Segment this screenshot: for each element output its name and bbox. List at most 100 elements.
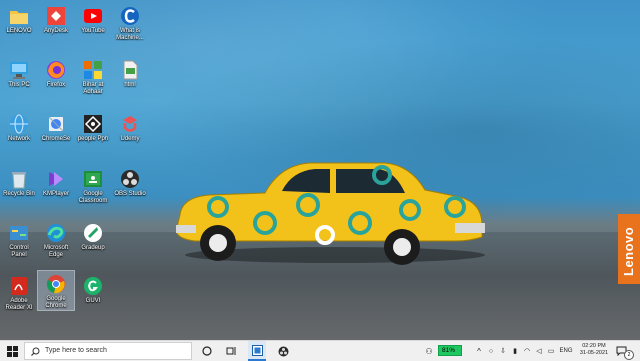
cortana-circle-icon bbox=[202, 346, 212, 356]
folder-icon bbox=[8, 5, 30, 27]
desktop-icon-google-classroom[interactable]: Google Classroom bbox=[75, 166, 111, 205]
desktop-wallpaper[interactable]: Lenovo LENOVO This PC Network Recycle Bi… bbox=[0, 0, 640, 340]
desktop-icon-label: What is Machine... bbox=[116, 28, 144, 41]
bihar-app-icon bbox=[82, 59, 104, 81]
desktop-icon-control-panel[interactable]: Control Panel bbox=[1, 220, 37, 259]
google-classroom-icon bbox=[82, 168, 104, 190]
gradeup-icon bbox=[82, 222, 104, 244]
desktop-icon-gradeup[interactable]: Gradeup bbox=[75, 220, 111, 252]
notification-count-badge: 2 bbox=[624, 350, 634, 360]
guvi-icon bbox=[82, 275, 104, 297]
chevron-up-icon: ^ bbox=[477, 346, 481, 356]
desktop-icon-obs-studio[interactable]: OBS Studio bbox=[112, 166, 148, 198]
circle-tray-icon: ○ bbox=[488, 347, 494, 355]
desktop-icon-label: LENOVO bbox=[6, 28, 32, 34]
clock-time: 02:20 PM bbox=[582, 343, 606, 349]
desktop-icon-label: Gradeup bbox=[81, 245, 105, 251]
show-hidden-icons-button[interactable]: ⚇ bbox=[424, 341, 434, 361]
desktop-icon-guvi[interactable]: GUVI bbox=[75, 273, 111, 305]
tray-chevron-button[interactable]: ^ bbox=[474, 341, 484, 361]
desktop-icon-label: Network bbox=[7, 136, 30, 142]
language-button[interactable]: ENG bbox=[558, 341, 574, 361]
desktop-icon-chromesetup[interactable]: ChromeSe bbox=[38, 111, 74, 143]
desktop-icon-label: YouTube bbox=[81, 28, 105, 34]
adobe-reader-icon bbox=[8, 275, 30, 297]
lenovo-brand-tag: Lenovo bbox=[618, 214, 640, 284]
desktop-icon-lenovo[interactable]: LENOVO bbox=[1, 3, 37, 35]
start-button[interactable] bbox=[2, 341, 22, 361]
desktop-icon-html[interactable]: html bbox=[112, 57, 148, 89]
desktop-icon-firefox[interactable]: Firefox bbox=[38, 57, 74, 89]
control-panel-icon bbox=[8, 222, 30, 244]
window-app-icon bbox=[251, 344, 263, 356]
desktop-icon-label: Google Chrome bbox=[45, 296, 67, 309]
clock-date: 31-05-2021 bbox=[579, 350, 609, 356]
search-icon bbox=[31, 347, 40, 356]
this-pc-icon bbox=[8, 59, 30, 81]
clock-button[interactable]: 02:20 PM 31-05-2021 bbox=[577, 343, 611, 357]
taskbar-search-box[interactable]: Type here to search bbox=[24, 342, 192, 360]
battery-indicator[interactable]: 81% bbox=[438, 345, 462, 356]
desktop-icon-google-chrome[interactable]: Google Chrome bbox=[37, 270, 75, 311]
desktop-icon-label: OBS Studio bbox=[114, 191, 146, 197]
desktop-icon-label: html bbox=[124, 82, 136, 88]
desktop-icon-label: AnyDesk bbox=[43, 28, 68, 34]
taskbar-app-window[interactable] bbox=[248, 341, 266, 361]
arrow-tray-icon: ⇩ bbox=[500, 348, 506, 355]
desktop-icon-microsoft-edge[interactable]: Microsoft Edge bbox=[38, 220, 74, 259]
desktop-icon-what-is-machine[interactable]: What is Machine... bbox=[112, 3, 148, 42]
desktop-icon-label: ChromeSe bbox=[41, 136, 71, 142]
desktop-icon-label: This PC bbox=[8, 82, 30, 88]
desktop-icon-label: Bihar at Adhaar bbox=[82, 82, 104, 95]
desktop-icon-label: GUVI bbox=[85, 298, 101, 304]
taskbar-obs-button[interactable] bbox=[274, 341, 292, 361]
windows-logo-icon bbox=[6, 345, 18, 357]
task-view-button[interactable] bbox=[222, 341, 240, 361]
keyboard-button[interactable]: ▭ bbox=[546, 341, 556, 361]
people-tray-icon: ⚇ bbox=[425, 346, 433, 356]
desktop-icon-kmplayer[interactable]: KMPlayer bbox=[38, 166, 74, 198]
chrome-icon bbox=[45, 273, 67, 295]
volume-button[interactable]: ◁ bbox=[534, 341, 544, 361]
desktop-icon-bihar-adhaar[interactable]: Bihar at Adhaar bbox=[75, 57, 111, 96]
taskbar: Type here to search ⚇ 81% ^ ○ ⇩ ▮ ◠ ◁ ▭ … bbox=[0, 340, 640, 361]
task-view-icon bbox=[226, 347, 235, 355]
firefox-icon bbox=[45, 59, 67, 81]
desktop-icon-udemy[interactable]: Udemy bbox=[112, 111, 148, 143]
tray-icon-1[interactable]: ○ bbox=[486, 341, 496, 361]
desktop-icon-label: Udemy bbox=[120, 136, 140, 142]
lenovo-brand-text: Lenovo bbox=[621, 226, 636, 276]
desktop-icon-label: Google Classroom bbox=[78, 191, 108, 204]
anydesk-icon bbox=[45, 5, 67, 27]
desktop-icon-label: Microsoft Edge bbox=[43, 245, 69, 258]
chrome-setup-icon bbox=[45, 113, 67, 135]
recycle-bin-icon bbox=[8, 168, 30, 190]
cortana-button[interactable] bbox=[198, 341, 216, 361]
tray-icon-2[interactable]: ⇩ bbox=[498, 341, 508, 361]
people-app-icon bbox=[82, 113, 104, 135]
wifi-button[interactable]: ◠ bbox=[522, 341, 532, 361]
wifi-icon: ◠ bbox=[523, 348, 531, 355]
search-placeholder: Type here to search bbox=[45, 347, 107, 354]
language-label: ENG bbox=[559, 348, 573, 354]
obs-studio-icon bbox=[119, 168, 141, 190]
kmplayer-icon bbox=[45, 168, 67, 190]
desktop-icon-people[interactable]: people Pph bbox=[75, 111, 111, 143]
desktop-icon-label: KMPlayer bbox=[42, 191, 69, 197]
html-file-icon bbox=[119, 59, 141, 81]
udemy-icon bbox=[119, 113, 141, 135]
desktop-icon-recycle-bin[interactable]: Recycle Bin bbox=[1, 166, 37, 198]
desktop-icon-label: Recycle Bin bbox=[3, 191, 35, 197]
speaker-icon: ◁ bbox=[536, 348, 542, 355]
desktop-icon-label: Control Panel bbox=[9, 245, 29, 258]
desktop-icon-youtube[interactable]: YouTube bbox=[75, 3, 111, 35]
battery-icon: ▮ bbox=[513, 348, 517, 355]
keyboard-icon: ▭ bbox=[547, 348, 555, 355]
c-app-icon bbox=[119, 5, 141, 27]
battery-tray-button[interactable]: ▮ bbox=[510, 341, 520, 361]
desktop-icon-adobe-reader[interactable]: Adobe Reader XI bbox=[1, 273, 37, 312]
desktop-icon-network[interactable]: Network bbox=[1, 111, 37, 143]
desktop-icon-anydesk[interactable]: AnyDesk bbox=[38, 3, 74, 35]
edge-icon bbox=[45, 222, 67, 244]
desktop-icon-this-pc[interactable]: This PC bbox=[1, 57, 37, 89]
